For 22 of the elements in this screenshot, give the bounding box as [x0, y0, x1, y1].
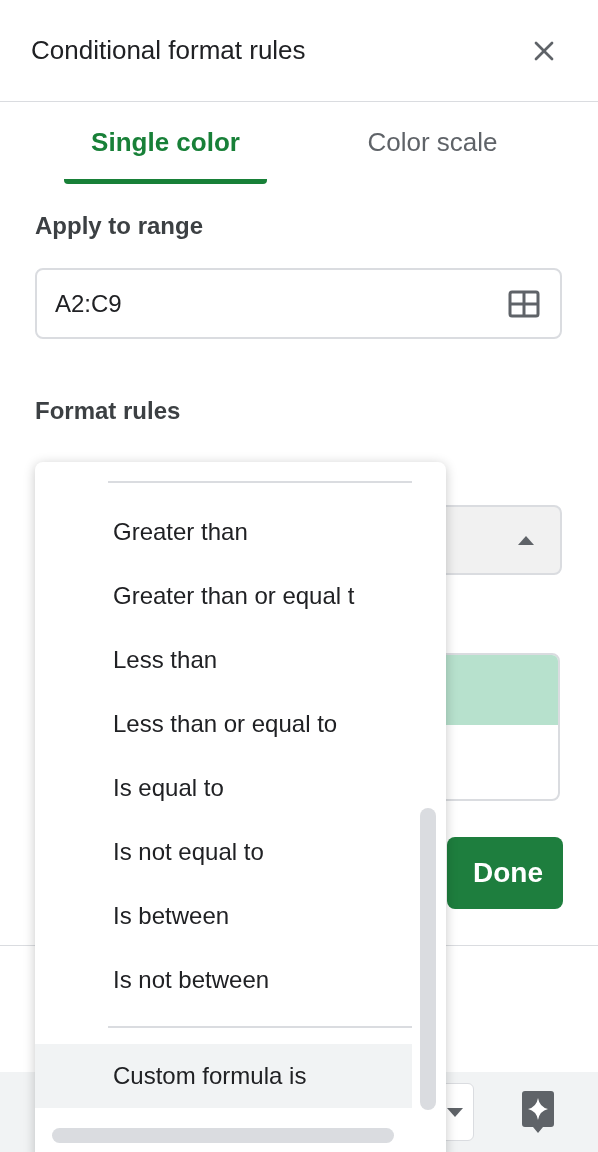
tab[interactable]: Color scale: [331, 102, 534, 184]
menu-item[interactable]: Less than or equal to: [35, 692, 412, 756]
caret-down-icon: [447, 1107, 463, 1117]
menu-item[interactable]: Greater than: [35, 500, 412, 564]
menu-item[interactable]: Is equal to: [35, 756, 412, 820]
menu-item[interactable]: Custom formula is: [35, 1044, 412, 1108]
range-field[interactable]: A2:C9: [35, 268, 562, 339]
menu-item[interactable]: Less than: [35, 628, 412, 692]
menu-item[interactable]: Greater than or equal t: [35, 564, 412, 628]
vertical-scrollbar[interactable]: [420, 808, 436, 1110]
section-label: Apply to range: [35, 211, 204, 241]
tab[interactable]: Single color: [64, 102, 267, 184]
section-label: Format rules: [35, 396, 182, 426]
menu-item[interactable]: Is between: [35, 884, 412, 948]
caret-up-icon: [518, 535, 534, 545]
menu-item[interactable]: Is not equal to: [35, 820, 412, 884]
panel-title: Conditional format rules: [31, 34, 306, 67]
menu-item[interactable]: Is not between: [35, 948, 412, 1012]
horizontal-scrollbar[interactable]: [52, 1128, 394, 1143]
grid-icon[interactable]: [508, 289, 540, 318]
sparkle-icon[interactable]: [520, 1090, 556, 1134]
done-button[interactable]: Done: [447, 837, 563, 909]
